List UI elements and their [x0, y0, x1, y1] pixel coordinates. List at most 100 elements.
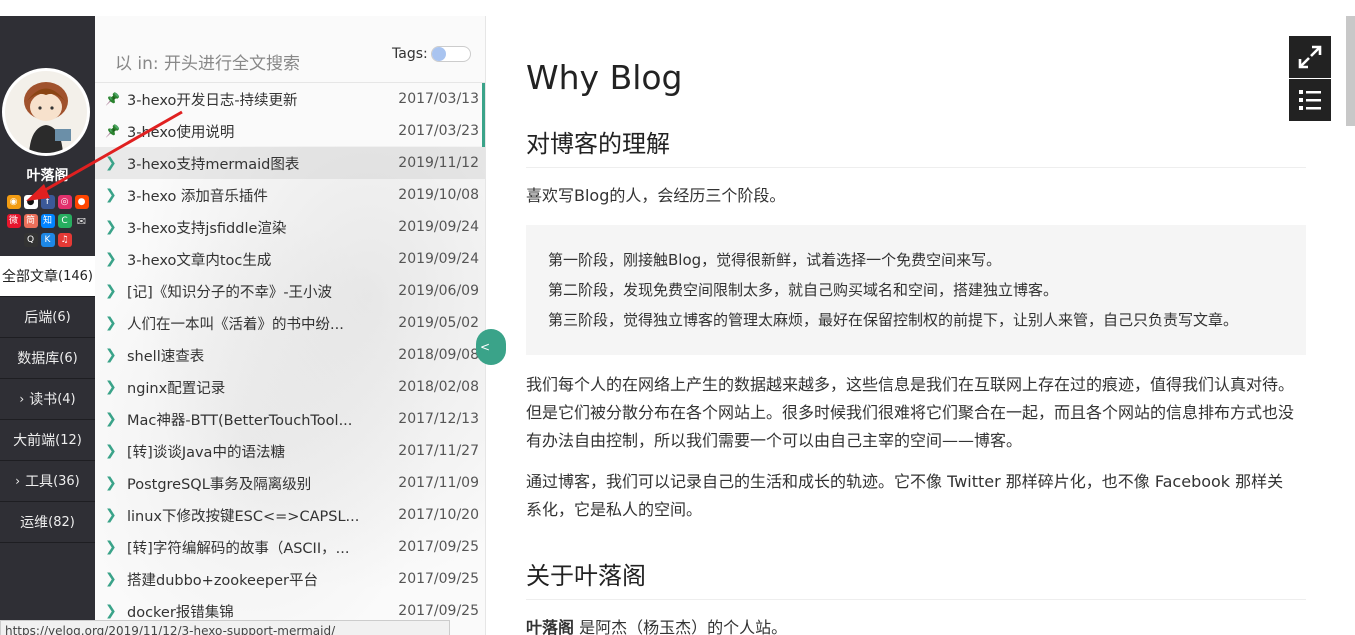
list-item-title: shell速查表	[127, 348, 205, 365]
list-item[interactable]: ❯ 搭建dubbo+zookeeper平台 2017/09/25	[95, 563, 485, 595]
menu-item-frontend[interactable]: 大前端 (12)	[0, 420, 95, 461]
list-item-date: 2017/09/25	[398, 603, 479, 619]
list-item-date: 2017/09/25	[398, 571, 479, 587]
chevron-right-icon: ❯	[105, 603, 117, 619]
collapse-panel-button[interactable]: <	[476, 329, 506, 365]
menu-item-count: (146)	[58, 268, 93, 284]
list-item-title: docker报错集锦	[127, 604, 234, 621]
weibo-icon[interactable]: 微	[6, 214, 21, 228]
sidebar: 叶落阁 ◉ ● f ◎ ● 微 简 知 C ✉ Q K ♫ 全部文章 (146) …	[0, 16, 95, 635]
menu-item-tools[interactable]: › 工具 (36)	[0, 461, 95, 502]
list-item[interactable]: ❯ 人们在一本叫《活着》的书中纷... 2019/05/02	[95, 307, 485, 339]
menu-item-reading[interactable]: › 读书 (4)	[0, 379, 95, 420]
instagram-icon[interactable]: ◎	[57, 195, 72, 209]
facebook-icon[interactable]: f	[40, 195, 55, 209]
list-item-date: 2019/09/24	[398, 251, 479, 267]
list-item[interactable]: ❯ PostgreSQL事务及隔离级别 2017/11/09	[95, 467, 485, 499]
paragraph-text: 是阿杰（杨玉杰）的个人站。	[574, 618, 788, 635]
list-item[interactable]: ❯ shell速查表 2018/09/08	[95, 339, 485, 371]
list-icon	[1299, 90, 1321, 110]
list-item-title: 3-hexo 添加音乐插件	[127, 188, 268, 205]
list-item[interactable]: ❯ [转]字符编解码的故事（ASCII，... 2017/09/25	[95, 531, 485, 563]
list-item-title: [记]《知识分子的不幸》-王小波	[127, 284, 333, 301]
expand-icon	[1298, 45, 1322, 69]
author-name: 叶落阁	[26, 168, 69, 184]
zhihu-icon[interactable]: 知	[40, 214, 55, 228]
app-window: 叶落阁 ◉ ● f ◎ ● 微 简 知 C ✉ Q K ♫ 全部文章 (146) …	[0, 0, 1355, 635]
menu-item-label: 运维	[20, 515, 49, 531]
qq-icon[interactable]: Q	[23, 233, 38, 247]
menu-item-count: (12)	[55, 432, 82, 448]
list-item-date: 2017/11/09	[398, 475, 479, 491]
tags-toggle-group: Tags:	[392, 46, 471, 62]
menu-item-backend[interactable]: 后端 (6)	[0, 297, 95, 338]
blockquote: 第一阶段，刚接触Blog，觉得很新鲜，试着选择一个免费空间来写。 第二阶段，发现…	[526, 225, 1306, 355]
category-menu: 全部文章 (146) 后端 (6) 数据库 (6) › 读书 (4) 大前端 (12) › 工…	[0, 256, 95, 543]
social-links-row: ◉ ● f ◎ ●	[0, 195, 95, 209]
list-item[interactable]: ❯ nginx配置记录 2018/02/08	[95, 371, 485, 403]
list-item-date: 2019/11/12	[398, 155, 479, 171]
search-input[interactable]: 以 in: 开头进行全文搜索	[115, 49, 300, 74]
menu-item-count: (6)	[52, 309, 71, 325]
menu-item-all[interactable]: 全部文章 (146)	[0, 256, 95, 297]
avatar[interactable]	[2, 68, 90, 156]
toc-button[interactable]	[1289, 79, 1331, 121]
chevron-right-icon: ❯	[105, 251, 117, 267]
section-heading: 关于叶落阁	[526, 556, 1306, 600]
list-item[interactable]: ❯ 3-hexo支持jsfiddle渲染 2019/09/24	[95, 211, 485, 243]
chevron-right-icon: ❯	[105, 219, 117, 235]
list-item[interactable]: ❯ 3-hexo文章内toc生成 2019/09/24	[95, 243, 485, 275]
menu-item-label: 读书	[29, 392, 58, 408]
list-item[interactable]: ❯ [转]谈谈Java中的语法糖 2017/11/27	[95, 435, 485, 467]
menu-item-count: (4)	[57, 391, 76, 407]
chevron-right-icon: ❯	[105, 539, 117, 555]
list-item[interactable]: ❯ 3-hexo 添加音乐插件 2019/10/08	[95, 179, 485, 211]
reddit-icon[interactable]: ●	[74, 195, 89, 209]
rss-icon[interactable]: ◉	[6, 195, 21, 209]
social-links-row: 微 简 知 C ✉	[0, 214, 95, 228]
list-item-date: 2017/11/27	[398, 443, 479, 459]
menu-item-label: 后端	[24, 310, 53, 326]
list-item[interactable]: ❯ [记]《知识分子的不幸》-王小波 2019/06/09	[95, 275, 485, 307]
paragraph: 叶落阁 是阿杰（杨玉杰）的个人站。	[526, 614, 1296, 635]
csdn-icon[interactable]: C	[57, 214, 72, 228]
social-links-row: Q K ♫	[0, 233, 95, 247]
chevron-right-icon: ❯	[105, 347, 117, 363]
github-icon[interactable]: ●	[23, 195, 38, 209]
fullscreen-button[interactable]	[1289, 36, 1331, 78]
article-list-panel: 以 in: 开头进行全文搜索 Tags: 📌 3-hexo开发日志-持续更新 201…	[95, 16, 486, 635]
list-item[interactable]: ❯ Mac神器-BTT(BetterTouchTool... 2017/12/13	[95, 403, 485, 435]
menu-item-label: 数据库	[17, 351, 60, 367]
list-item-title: 搭建dubbo+zookeeper平台	[127, 572, 318, 589]
list-item-title: linux下修改按键ESC<=>CAPSL...	[127, 508, 360, 525]
list-item-title: Mac神器-BTT(BetterTouchTool...	[127, 412, 353, 429]
jianshu-icon[interactable]: 简	[23, 214, 38, 228]
menu-item-label: 大前端	[13, 433, 56, 449]
list-item[interactable]: 📌 3-hexo开发日志-持续更新 2017/03/13	[95, 83, 485, 115]
page-scrollbar[interactable]	[1346, 16, 1355, 126]
chevron-right-icon: ❯	[105, 443, 117, 459]
list-item[interactable]: ❯ 3-hexo支持mermaid图表 2019/11/12	[95, 147, 485, 179]
section-heading: 对博客的理解	[526, 124, 1306, 168]
quote-line: 第三阶段，觉得独立博客的管理太麻烦，最好在保留控制权的前提下，让别人来管，自己只…	[548, 311, 1239, 329]
menu-item-ops[interactable]: 运维 (82)	[0, 502, 95, 543]
chevron-right-icon: ❯	[105, 155, 117, 171]
music-icon[interactable]: ♫	[57, 233, 72, 247]
list-item-date: 2019/05/02	[398, 315, 479, 331]
list-item-date: 2019/06/09	[398, 283, 479, 299]
chevron-right-icon: ❯	[105, 379, 117, 395]
quote-line: 第一阶段，刚接触Blog，觉得很新鲜，试着选择一个免费空间来写。	[548, 251, 1002, 269]
tags-toggle[interactable]	[430, 46, 471, 62]
quote-line: 第二阶段，发现免费空间限制太多，就自己购买域名和空间，搭建独立博客。	[548, 281, 1059, 299]
list-item[interactable]: 📌 3-hexo使用说明 2017/03/23	[95, 115, 485, 147]
mail-icon[interactable]: ✉	[75, 214, 89, 228]
chevron-right-icon: ❯	[105, 283, 117, 299]
list-item-title: nginx配置记录	[127, 380, 226, 397]
list-item-title: 3-hexo开发日志-持续更新	[127, 92, 298, 109]
k-icon[interactable]: K	[40, 233, 55, 247]
menu-item-count: (6)	[59, 350, 78, 366]
menu-item-count: (36)	[53, 473, 80, 489]
menu-item-database[interactable]: 数据库 (6)	[0, 338, 95, 379]
list-item[interactable]: ❯ linux下修改按键ESC<=>CAPSL... 2017/10/20	[95, 499, 485, 531]
list-item-date: 2019/09/24	[398, 219, 479, 235]
